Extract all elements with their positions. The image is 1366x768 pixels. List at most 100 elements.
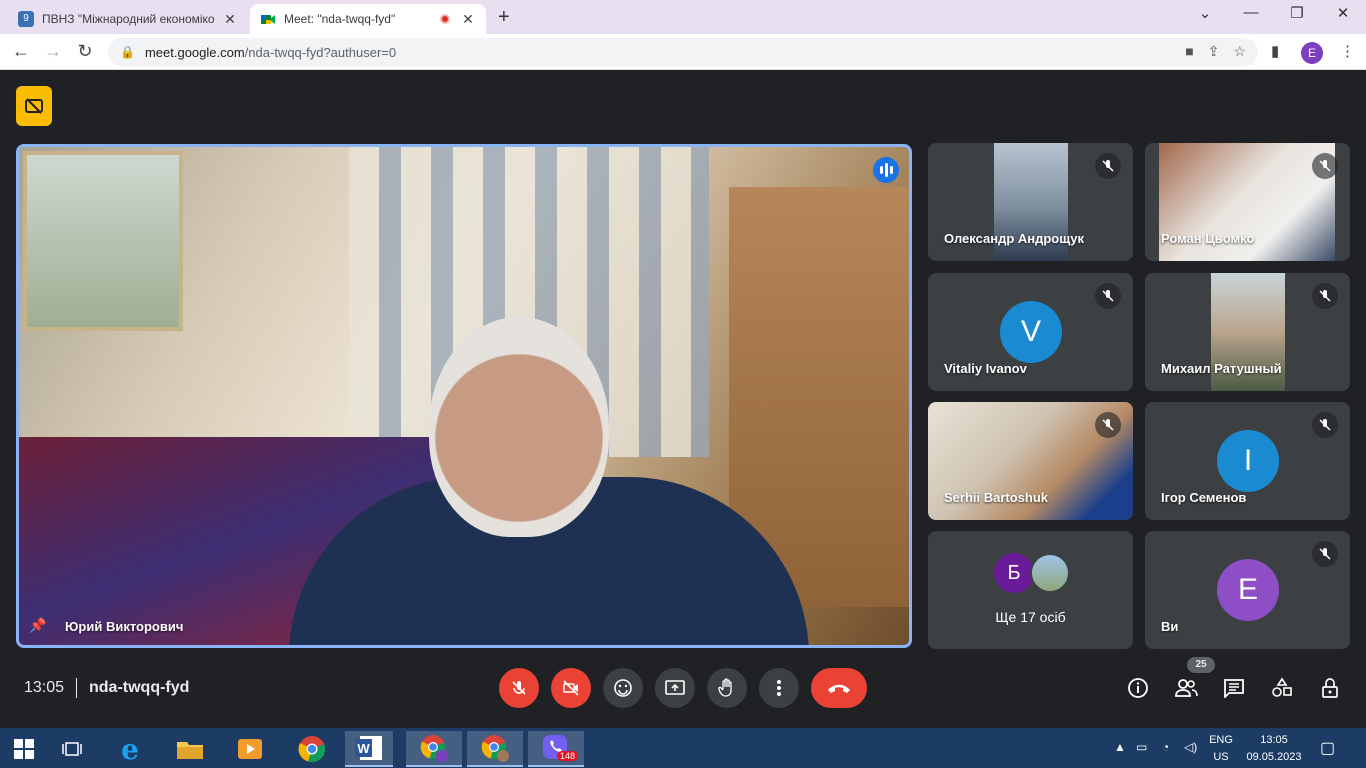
notifications-icon[interactable]: ▢: [1320, 738, 1335, 758]
tab-title: ПВНЗ "Міжнародний економіко: [42, 12, 215, 26]
meeting-code: nda-twqq-fyd: [89, 679, 190, 696]
mic-off-icon: [1312, 541, 1338, 567]
bookmark-star-icon[interactable]: ☆: [1233, 43, 1246, 60]
pin-icon[interactable]: 📌: [29, 617, 46, 634]
main-speaker-name: Юрий Викторович: [65, 619, 184, 634]
participant-count-badge: 25: [1187, 657, 1215, 673]
chrome-icon[interactable]: [292, 731, 332, 767]
others-tile[interactable]: Б Ще 17 осіб: [928, 531, 1133, 649]
close-tab-icon[interactable]: ✕: [460, 11, 476, 28]
participant-name: Ігор Семенов: [1161, 490, 1247, 505]
back-arrow-icon[interactable]: ←: [10, 41, 32, 62]
language-indicator-bottom[interactable]: US: [1205, 751, 1237, 763]
people-icon[interactable]: [1173, 676, 1199, 700]
others-count-label: Ще 17 осіб: [995, 609, 1066, 625]
media-player-icon[interactable]: [230, 731, 270, 767]
mic-off-icon: [1312, 283, 1338, 309]
url-text: meet.google.com/nda-twqq-fyd?authuser=0: [144, 44, 397, 60]
mic-off-icon: [1095, 412, 1121, 438]
activities-icon[interactable]: [1269, 676, 1295, 700]
tab-university[interactable]: 9 ПВНЗ "Міжнародний економіко ✕: [8, 4, 248, 34]
participant-tile[interactable]: Serhii Bartoshuk: [928, 402, 1133, 520]
side-panel-icon[interactable]: ▮: [1271, 42, 1279, 60]
recording-indicator-icon: [440, 14, 450, 24]
viber-unread-badge: 148: [556, 751, 578, 761]
task-view-icon[interactable]: [56, 731, 88, 767]
raise-hand-button[interactable]: [707, 668, 747, 708]
mic-off-icon: [1312, 153, 1338, 179]
participant-tile[interactable]: Олександр Андрощук: [928, 143, 1133, 261]
self-avatar: E: [1217, 559, 1279, 621]
more-options-button[interactable]: [759, 668, 799, 708]
tab-title: Meet: "nda-twqq-fyd": [284, 12, 396, 26]
camera-toggle-button[interactable]: [551, 668, 591, 708]
tab-meet[interactable]: Meet: "nda-twqq-fyd" ✕: [250, 4, 486, 34]
mic-toggle-button[interactable]: [499, 668, 539, 708]
participant-avatar: I: [1217, 430, 1279, 492]
emoji-reaction-button[interactable]: [603, 668, 643, 708]
speaker-head: [429, 317, 609, 537]
meeting-clock: 13:05: [24, 679, 65, 696]
participant-name: Олександр Андрощук: [944, 231, 1084, 246]
chrome-profile-e-icon[interactable]: [406, 731, 462, 767]
wifi-icon[interactable]: ◔: [1162, 740, 1169, 754]
participant-name: Роман Цьомко: [1161, 231, 1255, 246]
browser-tab-strip: 9 ПВНЗ "Міжнародний економіко ✕ Meet: "n…: [0, 0, 1366, 34]
close-window-button[interactable]: ✕: [1328, 4, 1358, 22]
browser-toolbar: ← → ↻ 🔒 meet.google.com/nda-twqq-fyd?aut…: [0, 34, 1366, 70]
speaking-indicator-icon: [873, 157, 899, 183]
others-photo-avatar: [1030, 553, 1070, 593]
file-explorer-icon[interactable]: [170, 731, 210, 767]
taskbar-time[interactable]: 13:05: [1242, 734, 1306, 746]
svg-text:W: W: [357, 741, 370, 756]
windows-start-icon[interactable]: [8, 731, 40, 767]
minimize-button[interactable]: —: [1236, 4, 1266, 21]
chrome-menu-icon[interactable]: ⋮: [1340, 42, 1355, 60]
present-screen-button[interactable]: [655, 668, 695, 708]
others-avatar: Б: [994, 553, 1034, 593]
volume-icon[interactable]: ◁): [1184, 740, 1197, 754]
divider: [76, 678, 77, 698]
chat-icon[interactable]: [1221, 676, 1247, 700]
participant-avatar: V: [1000, 301, 1062, 363]
language-indicator-top[interactable]: ENG: [1205, 734, 1237, 746]
mic-off-icon: [1312, 412, 1338, 438]
participant-name: Serhii Bartoshuk: [944, 490, 1049, 505]
close-tab-icon[interactable]: ✕: [222, 11, 238, 28]
lock-icon: 🔒: [120, 45, 135, 59]
show-hidden-icons-icon[interactable]: ▲: [1114, 740, 1126, 754]
viber-icon[interactable]: 148: [528, 731, 584, 767]
mic-off-icon: [1095, 283, 1121, 309]
university-favicon-icon: 9: [18, 11, 34, 27]
tab-search-chevron-icon[interactable]: ⌄: [1190, 4, 1220, 22]
share-icon[interactable]: ⇪: [1208, 43, 1220, 60]
taskbar-date[interactable]: 09.05.2023: [1242, 751, 1306, 763]
address-bar[interactable]: 🔒 meet.google.com/nda-twqq-fyd?authuser=…: [108, 38, 1258, 66]
camera-in-use-icon[interactable]: ■: [1185, 43, 1193, 60]
captions-off-icon[interactable]: [16, 86, 52, 126]
participant-name: Vitaliy Ivanov: [944, 361, 1027, 376]
chrome-profile-photo-icon[interactable]: [467, 731, 523, 767]
restore-button[interactable]: ❐: [1282, 4, 1312, 22]
main-speaker-tile[interactable]: 📌 Юрий Викторович: [16, 144, 912, 648]
host-controls-lock-icon[interactable]: [1317, 676, 1343, 700]
participant-tile[interactable]: Михаил Ратушный: [1145, 273, 1350, 391]
new-tab-button[interactable]: +: [498, 6, 510, 29]
internet-explorer-icon[interactable]: e: [110, 731, 150, 767]
battery-icon[interactable]: ▭: [1136, 740, 1147, 754]
profile-avatar[interactable]: E: [1301, 42, 1323, 64]
word-icon[interactable]: W: [345, 731, 393, 767]
reload-icon[interactable]: ↻: [74, 41, 96, 62]
mic-off-icon: [1095, 153, 1121, 179]
participant-name: Михаил Ратушный: [1161, 361, 1282, 376]
participant-tile[interactable]: I Ігор Семенов: [1145, 402, 1350, 520]
participant-tile[interactable]: Роман Цьомко: [1145, 143, 1350, 261]
self-name: Ви: [1161, 619, 1179, 634]
participant-tile[interactable]: V Vitaliy Ivanov: [928, 273, 1133, 391]
painting: [23, 151, 183, 331]
leave-call-button[interactable]: [811, 668, 867, 708]
meeting-details-icon[interactable]: [1125, 676, 1151, 700]
meet-favicon-icon: [260, 11, 276, 27]
self-tile[interactable]: E Ви: [1145, 531, 1350, 649]
forward-arrow-icon[interactable]: →: [42, 41, 64, 62]
